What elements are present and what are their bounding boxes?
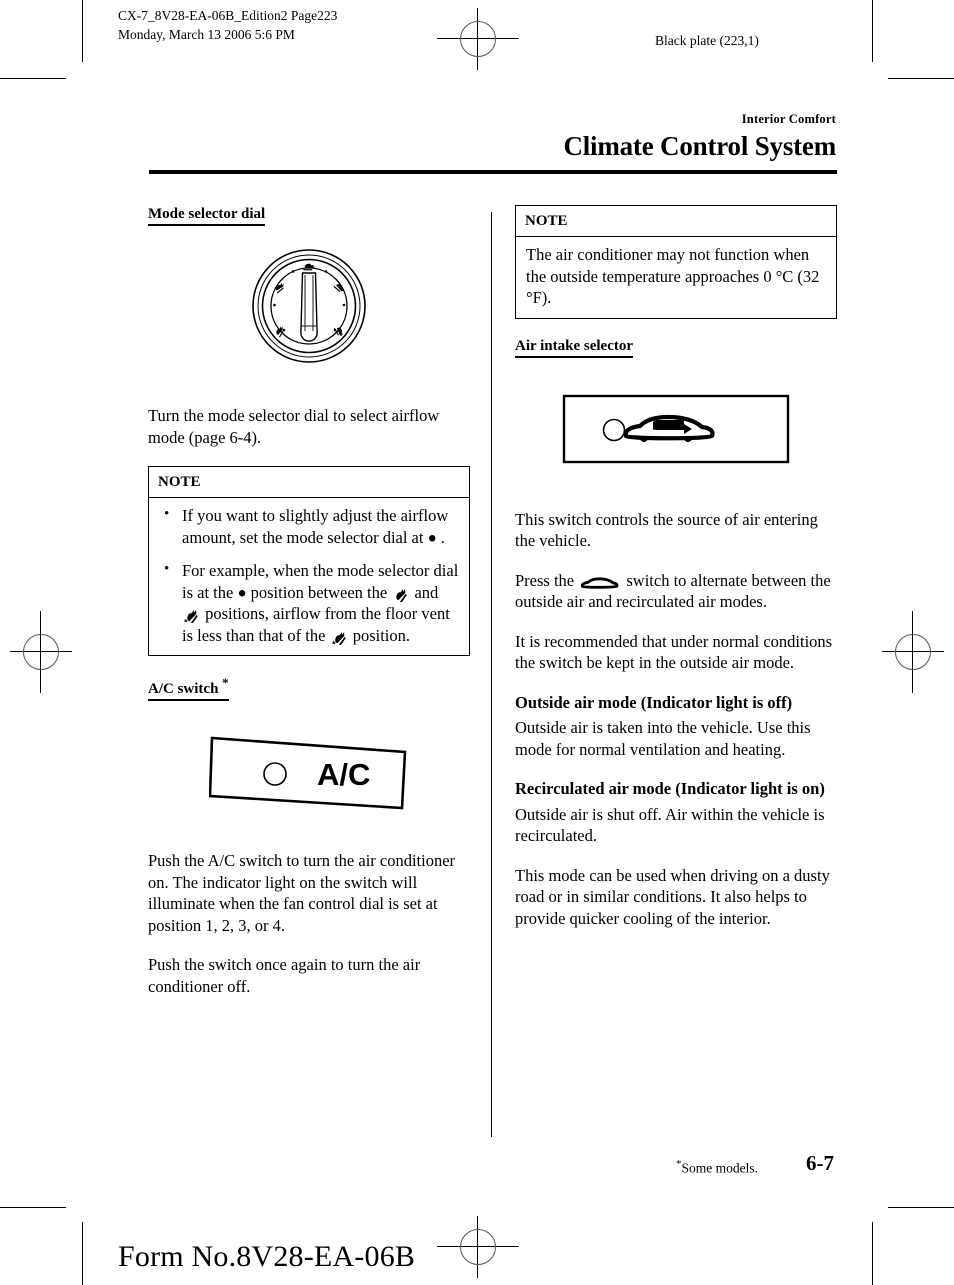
- ac-switch-illustration: A/C: [148, 727, 470, 816]
- prepress-file-info: CX-7_8V28-EA-06B_Edition2 Page223 Monday…: [118, 8, 338, 42]
- ac-switch-heading: A/C switch *: [148, 674, 229, 701]
- column-divider: [491, 212, 492, 1137]
- recirculated-air-mode-text: Outside air is shut off. Air within the …: [515, 804, 825, 846]
- note-bullet-1-text-1: If you want to slightly adjust the airfl…: [182, 506, 449, 547]
- crop-mark-top-left-horizontal: [0, 78, 66, 79]
- registration-mark-top-center: [437, 8, 519, 70]
- ac-paragraph-1: Push the A/C switch to turn the air cond…: [148, 851, 456, 935]
- footnote-text: Some models.: [681, 1160, 759, 1176]
- mode-selector-intro-paragraph: Turn the mode selector dial to select ai…: [148, 406, 440, 447]
- note-body: If you want to slightly adjust the airfl…: [149, 498, 469, 655]
- note-bullet-1-text-2: .: [440, 527, 445, 547]
- recirculated-air-mode-text-2: This mode can be used when driving on a …: [515, 865, 830, 928]
- mode-selector-dial-heading-wrap: Mode selector dial: [148, 205, 470, 226]
- note-bullet-2: For example, when the mode selector dial…: [159, 559, 459, 647]
- note-box-air-conditioner: NOTE The air conditioner may not functio…: [515, 205, 837, 319]
- outside-air-mode-text: Outside air is taken into the vehicle. U…: [515, 718, 811, 759]
- header-rule: [149, 170, 837, 174]
- air-intake-paragraph-2-text-1: Press the: [515, 570, 575, 590]
- crop-mark-bottom-left-vertical: [82, 1222, 83, 1285]
- floor-vent-airflow-icon: [396, 588, 408, 604]
- air-intake-paragraph-1: This switch controls the source of air e…: [515, 509, 818, 551]
- crop-mark-top-left-vertical: [82, 0, 83, 62]
- ac-switch-heading-wrap: A/C switch *: [148, 674, 470, 701]
- crop-mark-bottom-right-horizontal: [888, 1207, 954, 1208]
- registration-mark-left-middle: [10, 611, 72, 693]
- ac-switch-heading-text: A/C switch: [148, 681, 219, 697]
- recirculated-air-mode-heading: Recirculated air mode (Indicator light i…: [515, 779, 825, 798]
- left-column: Mode selector dial Turn the mode selecto…: [148, 205, 470, 1015]
- mode-selector-dial-heading: Mode selector dial: [148, 205, 266, 226]
- black-plate-label: Black plate (223,1): [655, 33, 759, 48]
- air-intake-paragraph-2: Press the switch to alternate between th…: [515, 570, 837, 613]
- right-column: NOTE The air conditioner may not functio…: [515, 205, 837, 947]
- ac-paragraph-2: Push the switch once again to turn the a…: [148, 955, 421, 996]
- floor-and-vent-airflow-icon: [184, 609, 198, 625]
- recirculation-car-icon: [581, 576, 619, 589]
- form-number: Form No.8V28-EA-06B: [118, 1240, 416, 1273]
- note-title: NOTE: [516, 206, 836, 237]
- registration-mark-right-middle: [882, 611, 944, 693]
- note-box-mode-selector: NOTE If you want to slightly adjust the …: [148, 466, 470, 656]
- section-kicker: Interior Comfort: [741, 112, 836, 126]
- note-body: The air conditioner may not function whe…: [526, 245, 820, 307]
- note-bullet-1: If you want to slightly adjust the airfl…: [159, 504, 459, 548]
- asterisk-footnote-marker: *: [222, 675, 229, 690]
- note-bullet-2-text-3: and: [414, 582, 439, 602]
- crop-mark-bottom-right-vertical: [872, 1222, 873, 1285]
- crop-mark-top-right-horizontal: [888, 78, 954, 79]
- air-intake-paragraph-3: It is recommended that under normal cond…: [515, 631, 833, 673]
- running-head: Interior Comfort Climate Control System: [563, 112, 836, 162]
- crop-mark-bottom-left-horizontal: [0, 1207, 66, 1208]
- crop-mark-top-right-vertical: [872, 0, 873, 62]
- mode-selector-dial-illustration: [148, 246, 470, 371]
- note-bullet-2-text-5: position.: [352, 625, 410, 645]
- outside-air-mode-heading: Outside air mode (Indicator light is off…: [515, 692, 793, 712]
- dot-position-icon: ●: [237, 585, 247, 602]
- note-bullet-2-text-2: position between the: [250, 582, 388, 602]
- dot-position-icon: ●: [427, 530, 437, 547]
- page-title: Climate Control System: [563, 131, 836, 161]
- air-intake-selector-heading-wrap: Air intake selector: [515, 337, 837, 358]
- floor-and-vent-airflow-icon: [331, 631, 346, 647]
- page-number: 6-7: [806, 1151, 834, 1175]
- ac-switch-label: A/C: [317, 757, 370, 792]
- registration-mark-bottom-center: [437, 1216, 519, 1278]
- footnote-some-models: *Some models.: [676, 1158, 758, 1177]
- air-intake-selector-heading: Air intake selector: [515, 337, 634, 358]
- note-title: NOTE: [149, 467, 469, 498]
- air-intake-selector-illustration: [515, 394, 837, 469]
